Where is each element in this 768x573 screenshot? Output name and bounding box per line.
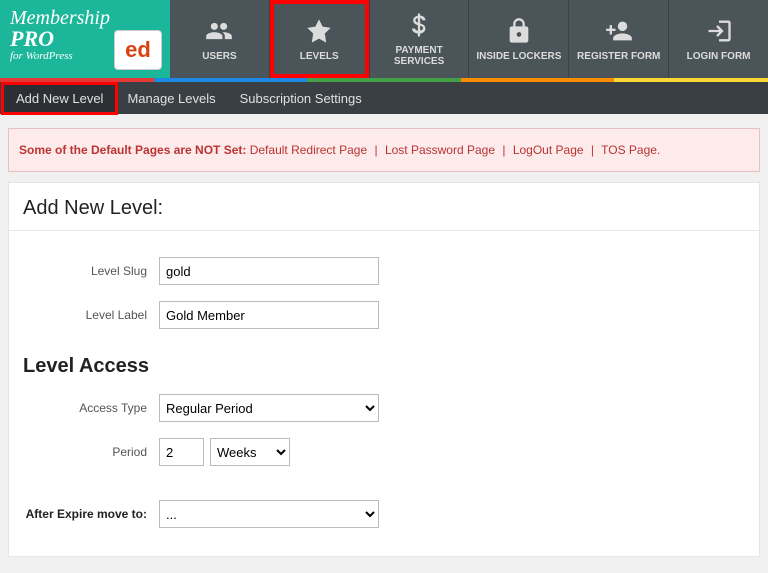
row-access-type: Access Type Regular Period: [9, 386, 759, 430]
users-icon: [205, 17, 233, 45]
panel-add-level: Add New Level: Level Slug Level Label Le…: [8, 182, 760, 557]
label-period: Period: [9, 445, 159, 459]
subnav-add-level[interactable]: Add New Level: [4, 85, 115, 112]
input-level-label[interactable]: [159, 301, 379, 329]
content: Some of the Default Pages are NOT Set: D…: [0, 128, 768, 557]
star-icon: [305, 17, 333, 45]
alert-link-redirect[interactable]: Default Redirect Page: [250, 143, 367, 157]
alert-link-tos[interactable]: TOS Page: [601, 143, 657, 157]
nav-label: LOGIN FORM: [687, 51, 751, 62]
panel-title: Add New Level:: [9, 183, 759, 231]
lock-icon: [505, 17, 533, 45]
color-strip: [0, 78, 768, 82]
alert-end: .: [657, 143, 660, 157]
alert-prefix: Some of the Default Pages are NOT Set:: [19, 143, 250, 157]
nav-label: REGISTER FORM: [577, 51, 660, 62]
nav-levels[interactable]: LEVELS: [270, 0, 370, 78]
select-after-expire[interactable]: ...: [159, 500, 379, 528]
login-icon: [705, 17, 733, 45]
topbar: Membership PRO for WordPress ed USERS LE…: [0, 0, 768, 78]
main-nav: USERS LEVELS PAYMENT SERVICES INSIDE LOC…: [170, 0, 768, 78]
logo-badge: ed: [114, 30, 162, 70]
select-period-unit[interactable]: Weeks: [210, 438, 290, 466]
input-period-num[interactable]: [159, 438, 204, 466]
section-level-access: Level Access: [9, 337, 759, 386]
nav-label: LEVELS: [300, 51, 339, 62]
label-after-expire: After Expire move to:: [9, 507, 159, 521]
logo: Membership PRO for WordPress ed: [0, 0, 170, 78]
nav-label: PAYMENT SERVICES: [374, 45, 465, 67]
label-slug: Level Slug: [9, 264, 159, 278]
nav-lockers[interactable]: INSIDE LOCKERS: [469, 0, 569, 78]
logo-title: Membership: [10, 8, 160, 28]
nav-users[interactable]: USERS: [170, 0, 270, 78]
subnav-subscription-settings[interactable]: Subscription Settings: [228, 85, 374, 112]
dollar-icon: [405, 11, 433, 39]
alert-link-logout[interactable]: LogOut Page: [513, 143, 584, 157]
input-level-slug[interactable]: [159, 257, 379, 285]
alert-link-lostpw[interactable]: Lost Password Page: [385, 143, 495, 157]
label-label: Level Label: [9, 308, 159, 322]
label-access-type: Access Type: [9, 401, 159, 415]
nav-payment[interactable]: PAYMENT SERVICES: [370, 0, 470, 78]
alert-default-pages: Some of the Default Pages are NOT Set: D…: [8, 128, 760, 172]
subnav-manage-levels[interactable]: Manage Levels: [115, 85, 227, 112]
nav-register[interactable]: REGISTER FORM: [569, 0, 669, 78]
user-plus-icon: [605, 17, 633, 45]
subnav: Add New Level Manage Levels Subscription…: [0, 82, 768, 114]
select-access-type[interactable]: Regular Period: [159, 394, 379, 422]
nav-login[interactable]: LOGIN FORM: [669, 0, 768, 78]
row-after-expire: After Expire move to: ...: [9, 492, 759, 536]
row-label: Level Label: [9, 293, 759, 337]
nav-label: INSIDE LOCKERS: [476, 51, 561, 62]
row-slug: Level Slug: [9, 249, 759, 293]
row-period: Period Weeks: [9, 430, 759, 474]
nav-label: USERS: [202, 51, 236, 62]
